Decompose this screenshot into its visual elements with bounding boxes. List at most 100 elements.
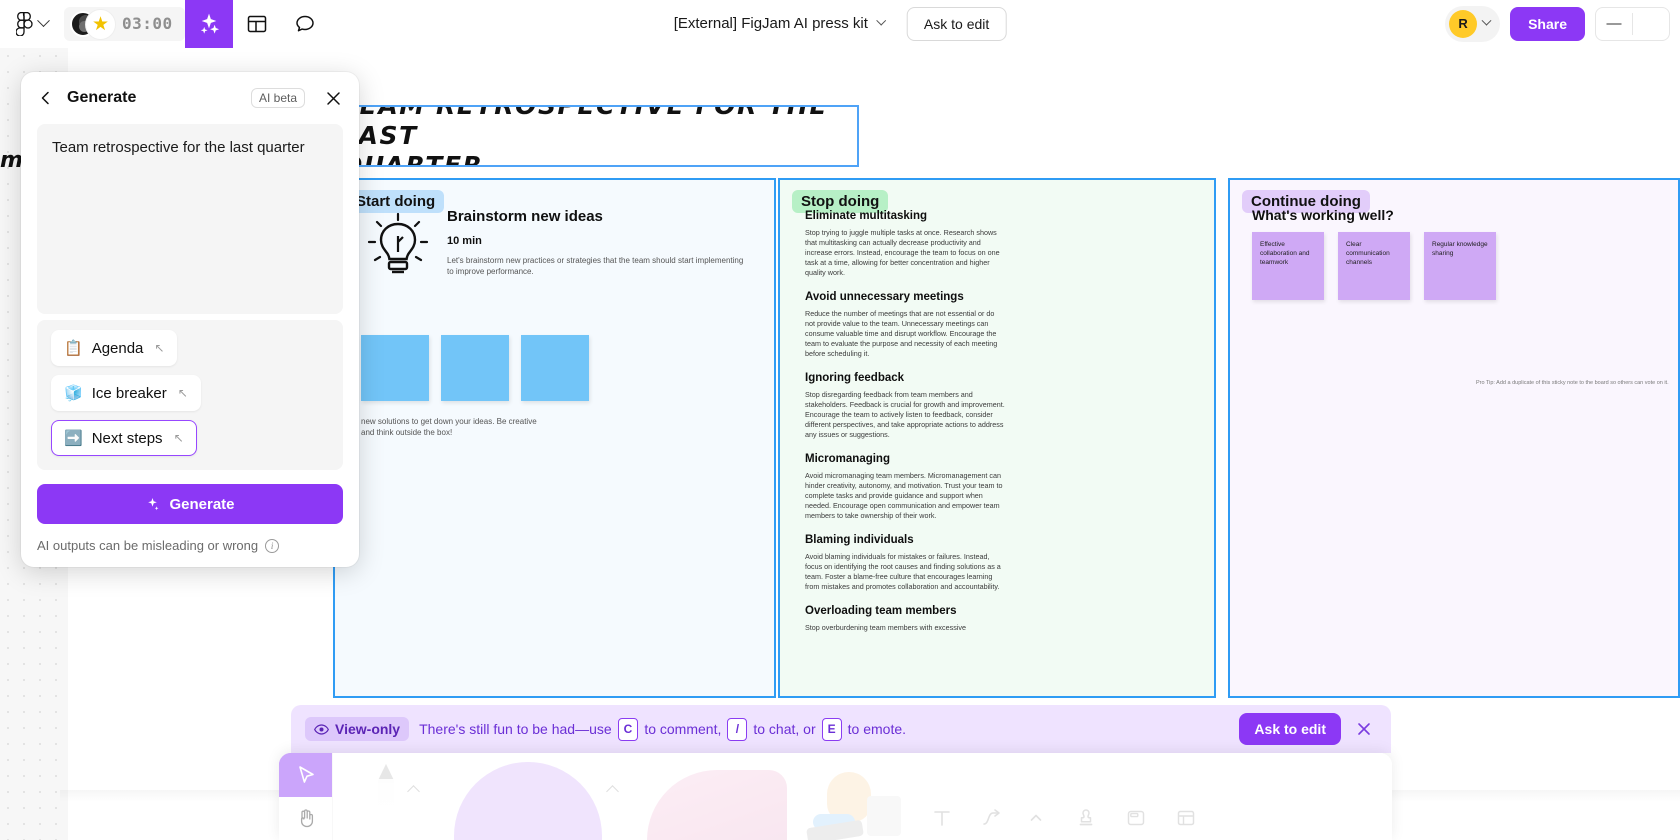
- ask-to-edit-button[interactable]: Ask to edit: [906, 6, 1007, 41]
- sticky-note[interactable]: Clear communication channels: [1338, 232, 1410, 300]
- view-only-banner: View-only There's still fun to be had—us…: [291, 705, 1391, 753]
- message-part-4: to emote.: [847, 721, 907, 737]
- shape-tool-button[interactable]: [428, 753, 602, 840]
- layout-tool-button[interactable]: [233, 0, 281, 48]
- stop-section-heading: Avoid unnecessary meetings: [805, 291, 964, 303]
- start-doing-footer-note: new solutions to get down your ideas. Be…: [361, 417, 537, 437]
- ai-panel-header: Generate AI beta: [21, 72, 359, 124]
- stamp-icon: [1079, 809, 1093, 826]
- offscreen-title-fragment: m: [0, 148, 23, 173]
- info-icon[interactable]: i: [265, 538, 280, 553]
- cursor-arrow-icon: [298, 765, 314, 783]
- sparkle-icon: [148, 497, 159, 510]
- sticky-note[interactable]: [361, 335, 429, 401]
- view-only-message: There's still fun to be had—use C to com…: [419, 717, 1229, 741]
- share-button[interactable]: Share: [1510, 6, 1585, 41]
- pen-tool-button[interactable]: [333, 753, 403, 840]
- zoom-level-button[interactable]: [1633, 8, 1669, 40]
- sticky-note[interactable]: Effective collaboration and teamwork: [1252, 232, 1324, 300]
- connector-tool-button[interactable]: [970, 796, 1014, 840]
- generate-button-label: Generate: [169, 495, 235, 513]
- stop-section-body: Avoid micromanaging team members. Microm…: [805, 471, 1003, 520]
- cursor-tool-button[interactable]: [279, 753, 332, 797]
- collaborators-group[interactable]: R: [1445, 5, 1501, 42]
- avatar: R: [1449, 9, 1478, 38]
- ai-beta-badge: AI beta: [250, 88, 305, 108]
- table-tool-button[interactable]: [1164, 796, 1208, 840]
- top-toolbar-right: R Share —: [1445, 0, 1670, 48]
- insert-tools: [906, 796, 1222, 840]
- keycap-slash: /: [727, 717, 748, 741]
- image-sticker-icon: [805, 766, 905, 840]
- pen-options-chevron-up-icon[interactable]: [407, 785, 420, 798]
- column-start-doing[interactable]: Start doing Brainstorm new ideas 10 min …: [333, 178, 776, 698]
- file-title-text: [External] FigJam AI press kit: [673, 15, 868, 32]
- back-button[interactable]: [35, 87, 57, 109]
- file-title-button[interactable]: [External] FigJam AI press kit: [673, 15, 887, 32]
- suggestion-chip-ice-breaker[interactable]: 🧊 Ice breaker ↖: [51, 375, 201, 411]
- stop-section-body: Avoid blaming individuals for mistakes o…: [805, 552, 1001, 591]
- board-title-text: TEAM RETROSPECTIVE FOR THE LAST QUARTER: [347, 105, 829, 167]
- comment-tool-button[interactable]: [281, 0, 329, 48]
- message-part-3: to chat, or: [753, 721, 816, 737]
- top-toolbar-left: ★ 03:00: [0, 0, 329, 48]
- prompt-value: Team retrospective for the last quarter: [52, 139, 305, 156]
- continue-doing-heading: What's working well?: [1252, 207, 1394, 223]
- suggestion-chip-agenda[interactable]: 📋 Agenda ↖: [51, 330, 178, 366]
- column-continue-doing[interactable]: Continue doing What's working well? Effe…: [1228, 178, 1680, 698]
- star-emoji-avatar: ★: [86, 9, 115, 39]
- suggestion-chips: 📋 Agenda ↖ 🧊 Ice breaker ↖ ➡️ Next steps…: [37, 320, 343, 470]
- view-only-badge: View-only: [305, 717, 410, 741]
- ai-disclaimer-text: AI outputs can be misleading or wrong: [37, 538, 259, 553]
- ai-tool-button[interactable]: [184, 0, 233, 48]
- chevron-down-icon: [876, 15, 887, 26]
- stop-section-body: Reduce the number of meetings that are n…: [805, 309, 998, 358]
- timer-widget[interactable]: ★ 03:00: [64, 6, 185, 41]
- figma-main-menu-button[interactable]: [0, 0, 58, 48]
- section-frame-icon: [1127, 810, 1145, 826]
- timer-avatars: ★: [70, 9, 116, 39]
- start-doing-heading: Brainstorm new ideas: [447, 208, 603, 225]
- chip-label: Ice breaker: [91, 384, 167, 402]
- layout-panel-icon: [247, 15, 266, 32]
- stamp-tool-button[interactable]: [1064, 796, 1108, 840]
- ai-sparkle-icon: [200, 13, 219, 34]
- sticky-note-text: Clear communication channels: [1346, 241, 1390, 266]
- sticky-note[interactable]: Regular knowledge sharing: [1424, 232, 1496, 300]
- close-icon: [326, 91, 340, 105]
- prompt-input[interactable]: Team retrospective for the last quarter: [37, 124, 343, 314]
- connector-options-button[interactable]: [1014, 796, 1058, 840]
- comment-bubble-icon: [295, 15, 314, 31]
- sticky-note-text: Regular knowledge sharing: [1432, 241, 1488, 257]
- stop-section-body: Stop trying to juggle multiple tasks at …: [805, 228, 1000, 277]
- close-button[interactable]: [321, 86, 345, 110]
- text-tool-button[interactable]: [920, 796, 964, 840]
- banner-close-button[interactable]: [1351, 716, 1377, 742]
- stop-section-heading: Overloading team members: [805, 605, 957, 617]
- zoom-out-button[interactable]: —: [1596, 8, 1632, 40]
- chevron-up-icon: [1030, 814, 1042, 821]
- stop-section-heading: Blaming individuals: [805, 534, 914, 546]
- sticky-note[interactable]: [521, 335, 589, 401]
- chip-label: Agenda: [91, 339, 144, 357]
- sticky-note[interactable]: [441, 335, 509, 401]
- suggestion-chip-next-steps[interactable]: ➡️ Next steps ↖: [51, 420, 197, 456]
- keycap-c: C: [617, 717, 639, 741]
- sticker-blob-icon: [647, 770, 787, 840]
- message-part-2: to comment,: [644, 721, 722, 737]
- ai-generate-panel: Generate AI beta Team retrospective for …: [21, 72, 359, 567]
- ai-panel-title: Generate: [67, 89, 137, 106]
- stop-doing-body: Eliminate multitasking Stop trying to ju…: [805, 210, 1005, 633]
- sticker-tool-button[interactable]: [627, 753, 787, 840]
- chevron-down-icon: [1481, 15, 1492, 26]
- hand-tool-button[interactable]: [279, 797, 332, 840]
- generate-button[interactable]: Generate: [37, 484, 343, 524]
- section-tool-button[interactable]: [1114, 796, 1158, 840]
- column-stop-doing[interactable]: Stop doing Eliminate multitasking Stop t…: [778, 178, 1216, 698]
- board-title-frame[interactable]: TEAM RETROSPECTIVE FOR THE LAST QUARTER: [347, 105, 859, 167]
- lightbulb-icon: [367, 212, 429, 274]
- banner-ask-to-edit-button[interactable]: Ask to edit: [1239, 713, 1341, 745]
- shape-options-chevron-up-icon[interactable]: [606, 785, 619, 798]
- chevron-left-icon: [41, 91, 49, 105]
- image-tool-button[interactable]: [787, 753, 905, 840]
